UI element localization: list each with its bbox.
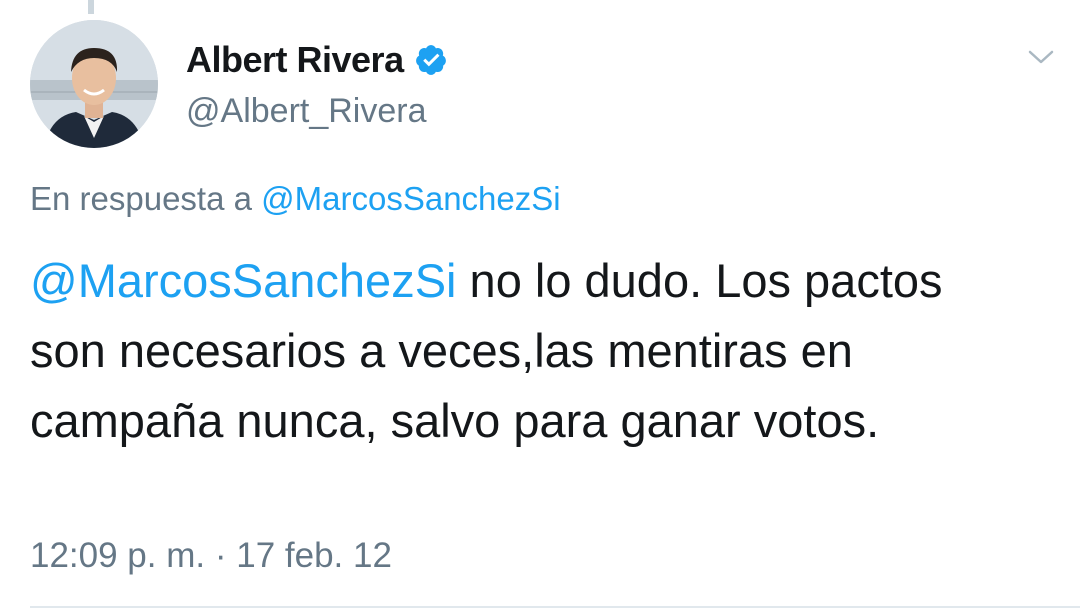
timestamp-separator: ·: [214, 536, 227, 575]
tweet-text: @MarcosSanchezSi no lo dudo. Los pactos …: [30, 246, 1030, 456]
tweet-card: Albert Rivera @Albert_Rivera En respuest…: [0, 0, 1080, 613]
tweet-date: 17 feb. 12: [236, 536, 392, 575]
chevron-down-icon[interactable]: [1024, 40, 1058, 74]
avatar[interactable]: [30, 20, 158, 148]
thread-line: [88, 0, 94, 14]
tweet-time: 12:09 p. m.: [30, 536, 206, 575]
tweet-timestamp[interactable]: 12:09 p. m. · 17 feb. 12: [30, 536, 392, 576]
avatar-photo: [30, 20, 158, 148]
reply-context: En respuesta a @MarcosSanchezSi: [30, 180, 561, 218]
author-handle[interactable]: @Albert_Rivera: [186, 92, 427, 131]
divider: [30, 606, 1080, 608]
author-display-name[interactable]: Albert Rivera: [186, 39, 404, 81]
author-name-row: Albert Rivera: [186, 38, 448, 82]
reply-prefix: En respuesta a: [30, 180, 252, 217]
verified-badge-icon: [414, 43, 448, 77]
reply-mention-link[interactable]: @MarcosSanchezSi: [261, 180, 560, 217]
tweet-mention-link[interactable]: @MarcosSanchezSi: [30, 254, 457, 307]
